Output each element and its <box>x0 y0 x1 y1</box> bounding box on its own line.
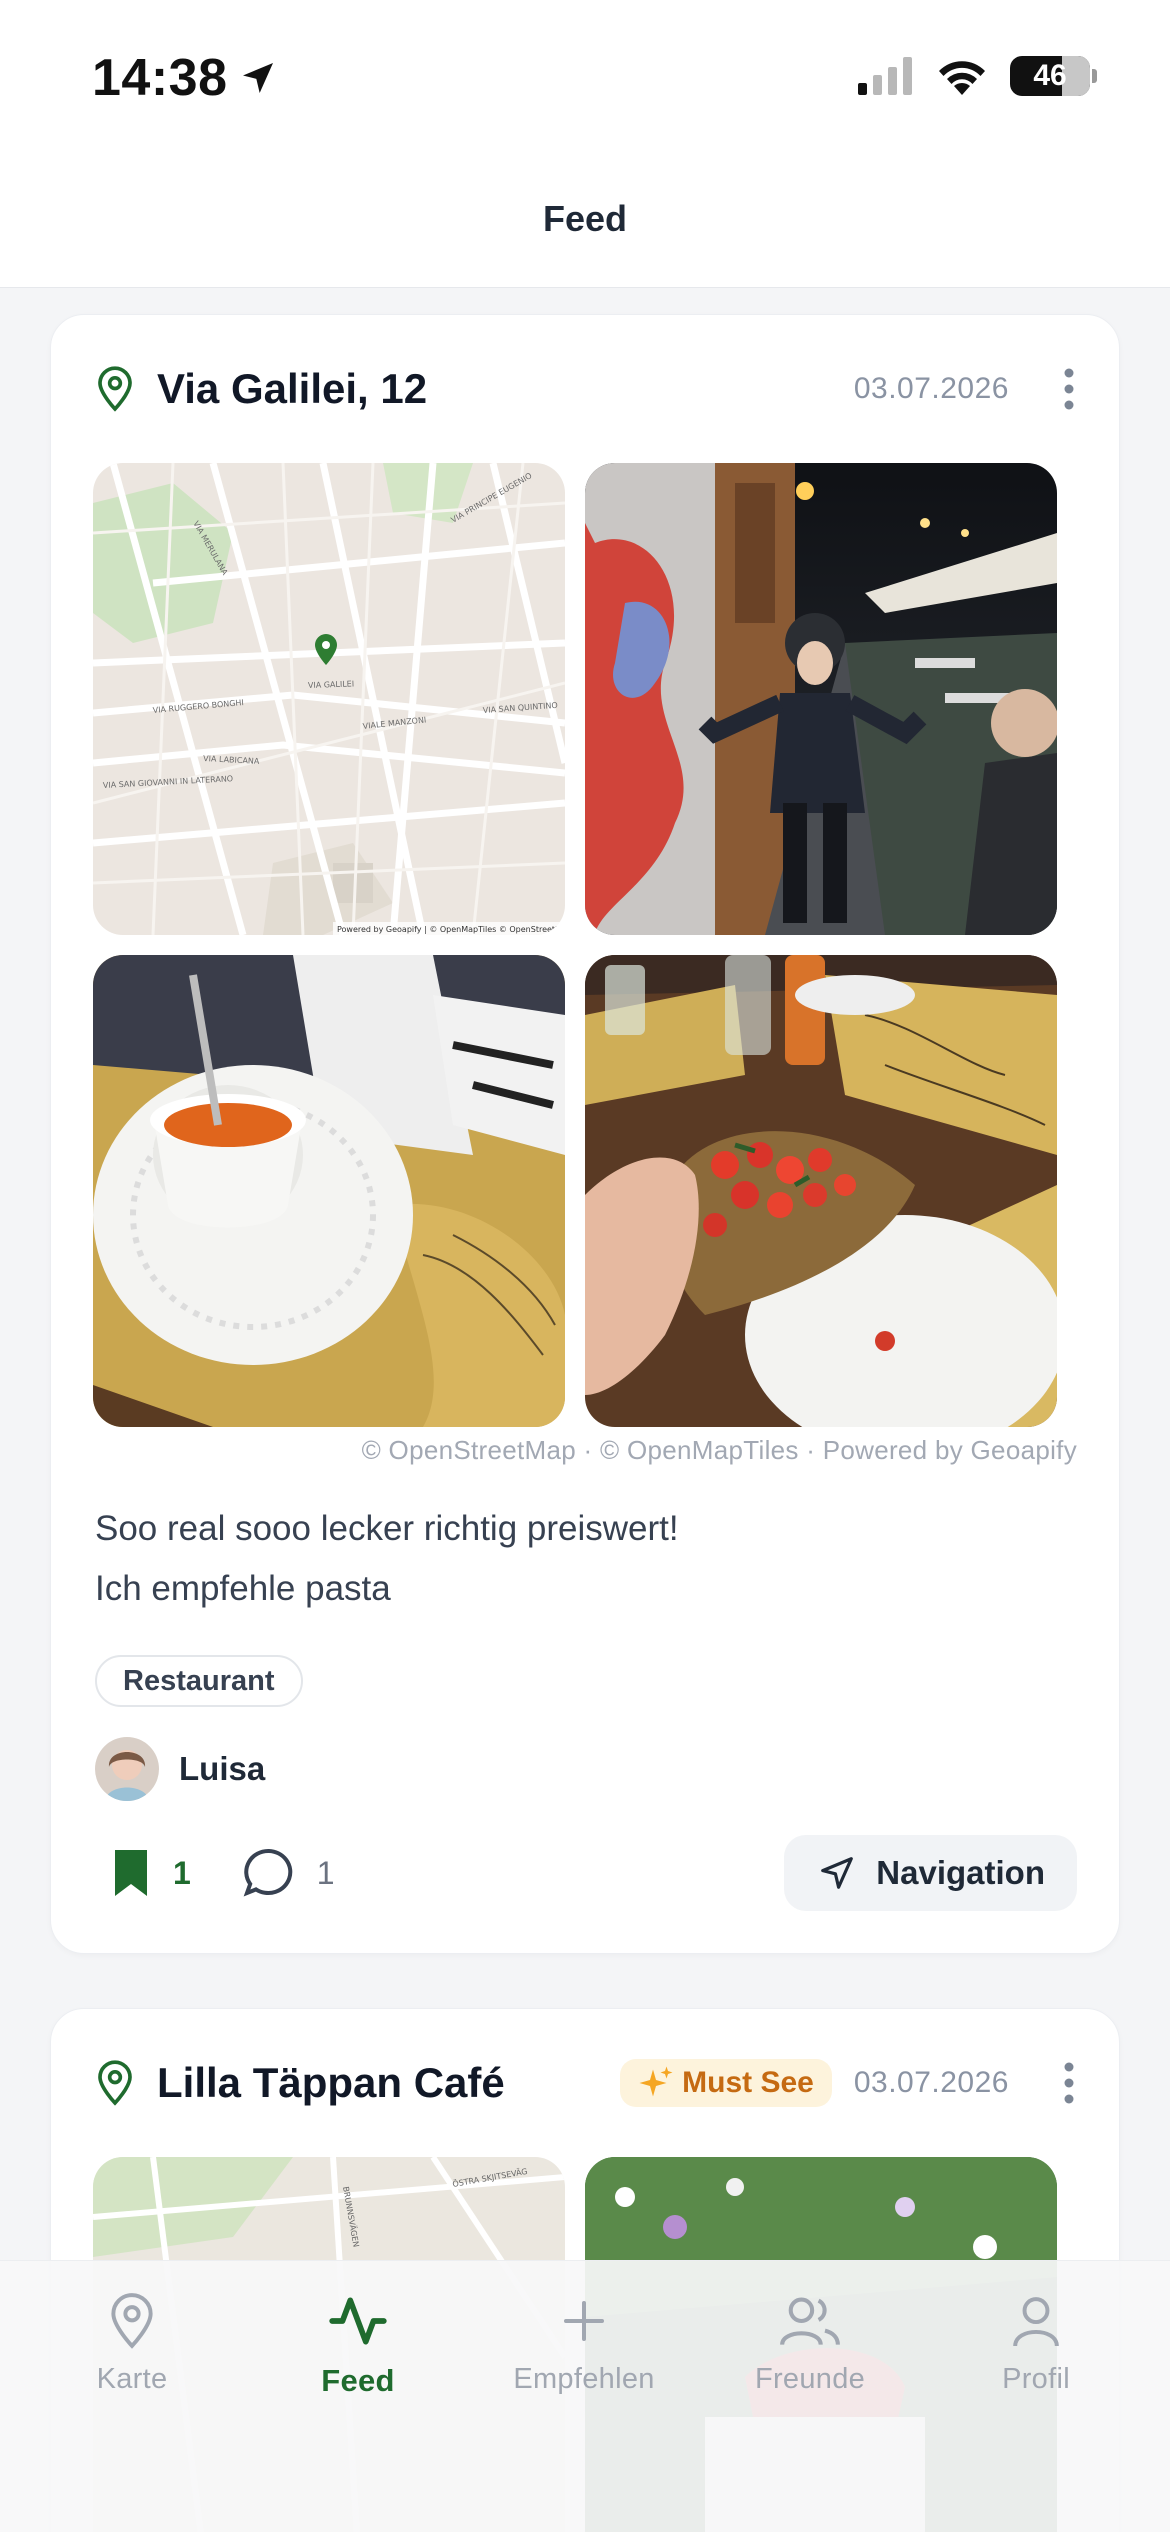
bottom-tab-bar: Karte Feed Empfehlen Freunde Profil <box>0 2260 1170 2532</box>
post-description: Soo real sooo lecker richtig preiswert! … <box>95 1499 1075 1619</box>
post-header: Lilla Täppan Café Must See 03.07.2026 <box>95 2053 1089 2113</box>
status-indicators: 46 <box>858 56 1097 96</box>
user-icon <box>1004 2289 1068 2353</box>
tab-label: Feed <box>321 2363 395 2398</box>
page-title: Feed <box>542 197 628 239</box>
plus-icon <box>552 2289 616 2353</box>
post-header: Via Galilei, 12 03.07.2026 <box>95 359 1089 419</box>
tab-freunde[interactable]: Freunde <box>710 2289 910 2396</box>
activity-icon <box>326 2289 390 2353</box>
battery-level: 46 <box>1033 59 1067 92</box>
tab-profil[interactable]: Profil <box>936 2289 1136 2396</box>
status-bar: 14:38 46 <box>0 0 1170 150</box>
location-pin-icon <box>95 361 139 417</box>
tab-empfehlen[interactable]: Empfehlen <box>484 2289 684 2396</box>
must-see-badge: Must See <box>620 2059 832 2107</box>
tab-label: Profil <box>1002 2363 1070 2395</box>
svg-text:Powered by Geoapify | © OpenMa: Powered by Geoapify | © OpenMapTiles © O… <box>337 925 565 934</box>
time-text: 14:38 <box>92 49 228 107</box>
description-line: Soo real sooo lecker richtig preiswert! <box>95 1509 679 1548</box>
users-icon <box>778 2289 842 2353</box>
location-arrow-icon <box>242 63 273 93</box>
tab-feed[interactable]: Feed <box>258 2289 458 2399</box>
bookmark-icon <box>115 1850 147 1896</box>
navigation-arrow-icon <box>821 1857 854 1889</box>
location-map-tile[interactable]: VIA MERULANA VIA PRINCIPE EUGENIO VIA RU… <box>93 463 565 935</box>
svg-text:VIA GALILEI: VIA GALILEI <box>308 679 355 690</box>
feed-post-card[interactable]: Via Galilei, 12 03.07.2026 VIA MERULANA … <box>50 314 1120 1954</box>
cellular-signal-icon <box>858 57 912 95</box>
photo-dessert[interactable] <box>93 955 565 1427</box>
wifi-icon <box>939 61 985 95</box>
map-attribution: © OpenStreetMap · © OpenMapTiles · Power… <box>361 1435 1077 1465</box>
post-date: 03.07.2026 <box>853 372 1009 405</box>
tab-label: Freunde <box>754 2363 866 2395</box>
navigation-button[interactable]: Navigation <box>784 1835 1077 1911</box>
tab-label: Empfehlen <box>513 2363 655 2395</box>
location-pin-icon <box>95 2055 139 2111</box>
description-line: Ich empfehle pasta <box>95 1569 391 1608</box>
post-date: 03.07.2026 <box>853 2066 1009 2099</box>
bookmark-count: 1 <box>173 1854 191 1891</box>
category-chip[interactable]: Restaurant <box>95 1655 303 1707</box>
comment-count: 1 <box>316 1854 335 1891</box>
status-time: 14:38 <box>92 48 278 108</box>
more-options-icon[interactable] <box>1049 2058 1089 2108</box>
battery-icon: 46 <box>1010 56 1097 96</box>
place-name[interactable]: Via Galilei, 12 <box>157 365 427 413</box>
photo-street-night[interactable] <box>585 463 1057 935</box>
comment-button[interactable]: 1 <box>243 1847 335 1899</box>
photo-bruschetta[interactable] <box>585 955 1057 1427</box>
navigation-label: Navigation <box>876 1854 1045 1891</box>
author-name[interactable]: Luisa <box>179 1750 265 1788</box>
badge-label: Must See <box>682 2066 814 2099</box>
post-author[interactable]: Luisa <box>95 1737 265 1801</box>
page-header: Feed <box>0 150 1170 288</box>
place-name[interactable]: Lilla Täppan Café <box>157 2059 505 2107</box>
sparkles-icon <box>639 2066 673 2097</box>
tab-label: Karte <box>96 2363 168 2395</box>
more-options-icon[interactable] <box>1049 364 1089 414</box>
avatar[interactable] <box>95 1737 159 1801</box>
bookmark-button[interactable]: 1 <box>111 1848 191 1898</box>
comment-icon <box>243 1848 293 1897</box>
map-pin-icon <box>100 2289 164 2353</box>
post-actions: 1 1 Navigation <box>95 1835 1077 1911</box>
tab-karte[interactable]: Karte <box>32 2289 232 2396</box>
